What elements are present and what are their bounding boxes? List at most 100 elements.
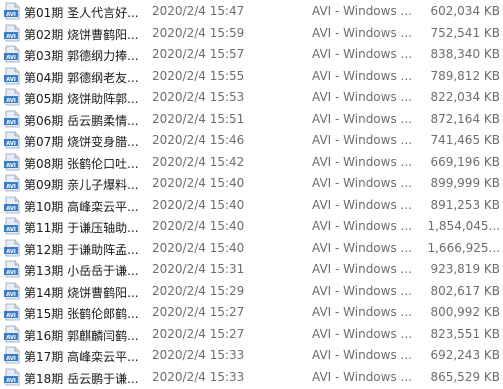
file-row[interactable]: AVI 第06期 岳云鹏柔情... 2020/2/4 15:51 AVI - W… [0,109,503,131]
file-size: 1,666,925... [427,240,500,255]
file-row[interactable]: AVI 第14期 烧饼曹鹤阳... 2020/2/4 15:29 AVI - W… [0,281,503,303]
file-date-modified: 2020/2/4 15:47 [152,4,245,18]
file-row[interactable]: AVI 第03期 郭德纲力捧... 2020/2/4 15:57 AVI - W… [0,44,503,66]
svg-text:AVI: AVI [6,313,16,319]
file-size: 800,992 KB [430,305,500,319]
svg-text:AVI: AVI [6,33,16,39]
file-name: 第06期 岳云鹏柔情... [24,113,139,128]
file-row[interactable]: AVI 第18期 岳云鹏于谦... 2020/2/4 15:33 AVI - W… [0,367,503,389]
file-date-modified: 2020/2/4 15:40 [152,240,245,255]
file-type: AVI - Windows ... [312,25,412,40]
file-type: AVI - Windows ... [312,111,412,126]
avi-file-icon: AVI [3,346,21,364]
file-date-modified: 2020/2/4 15:40 [152,219,245,233]
avi-file-icon: AVI [3,2,21,20]
file-row[interactable]: AVI 第16期 郭麒麟闫鹤... 2020/2/4 15:27 AVI - W… [0,324,503,346]
file-date-modified: 2020/2/4 15:55 [152,68,245,83]
file-type: AVI - Windows ... [312,176,412,190]
file-row[interactable]: AVI 第05期 烧饼助阵郭... 2020/2/4 15:53 AVI - W… [0,87,503,109]
avi-file-icon: AVI [3,260,21,278]
file-name: 第16期 郭麒麟闫鹤... [24,328,139,343]
file-type: AVI - Windows ... [312,283,412,298]
avi-file-icon: AVI [3,24,21,42]
svg-text:AVI: AVI [6,248,16,254]
file-type: AVI - Windows ... [312,262,412,276]
file-name: 第09期 亲儿子爆料... [24,178,139,192]
file-size: 923,819 KB [430,262,500,276]
file-row[interactable]: AVI 第01期 圣人代言好... 2020/2/4 15:47 AVI - W… [0,1,503,23]
file-name: 第17期 高峰栾云平... [24,350,139,364]
file-type: AVI - Windows ... [312,154,412,169]
file-name: 第02期 烧饼曹鹤阳... [24,27,139,42]
svg-text:AVI: AVI [6,141,16,147]
avi-file-icon: AVI [3,110,21,128]
file-row[interactable]: AVI 第11期 于谦压轴助... 2020/2/4 15:40 AVI - W… [0,216,503,238]
svg-text:AVI: AVI [6,162,16,168]
file-type: AVI - Windows ... [312,305,412,319]
file-name: 第10期 高峰栾云平... [24,199,139,214]
file-row[interactable]: AVI 第15期 张鹤伦郎鹤... 2020/2/4 15:27 AVI - W… [0,302,503,324]
file-size: 752,541 KB [430,25,500,40]
file-row[interactable]: AVI 第12期 于谦助阵孟... 2020/2/4 15:40 AVI - W… [0,238,503,260]
file-type: AVI - Windows ... [312,133,412,147]
file-row[interactable]: AVI 第10期 高峰栾云平... 2020/2/4 15:40 AVI - W… [0,195,503,217]
file-name: 第07期 烧饼变身腊... [24,135,139,149]
file-size: 741,465 KB [430,133,500,147]
file-row[interactable]: AVI 第07期 烧饼变身腊... 2020/2/4 15:46 AVI - W… [0,130,503,152]
file-date-modified: 2020/2/4 15:51 [152,111,245,126]
avi-file-icon: AVI [3,325,21,343]
file-date-modified: 2020/2/4 15:33 [152,369,245,384]
file-size: 692,243 KB [430,348,500,362]
file-name: 第04期 郭德纲老友... [24,70,139,85]
file-type: AVI - Windows ... [312,219,412,233]
avi-file-icon: AVI [3,196,21,214]
file-date-modified: 2020/2/4 15:29 [152,283,245,298]
avi-file-icon: AVI [3,88,21,106]
file-row[interactable]: AVI 第17期 高峰栾云平... 2020/2/4 15:33 AVI - W… [0,345,503,367]
svg-text:AVI: AVI [6,12,16,18]
avi-file-icon: AVI [3,239,21,257]
avi-file-icon: AVI [3,67,21,85]
file-name: 第01期 圣人代言好... [24,6,139,20]
file-type: AVI - Windows ... [312,348,412,362]
file-row[interactable]: AVI 第04期 郭德纲老友... 2020/2/4 15:55 AVI - W… [0,66,503,88]
file-type: AVI - Windows ... [312,68,412,83]
file-size: 899,999 KB [430,176,500,190]
file-name: 第14期 烧饼曹鹤阳... [24,285,139,300]
file-date-modified: 2020/2/4 15:46 [152,133,245,147]
file-date-modified: 2020/2/4 15:59 [152,25,245,40]
file-size: 865,529 KB [430,369,500,384]
svg-text:AVI: AVI [6,334,16,340]
svg-text:AVI: AVI [6,76,16,82]
file-name: 第12期 于谦助阵孟... [24,242,139,257]
file-name: 第18期 岳云鹏于谦... [24,371,139,386]
avi-file-icon: AVI [3,368,21,386]
file-type: AVI - Windows ... [312,240,412,255]
file-size: 669,196 KB [430,154,500,169]
file-size: 822,034 KB [430,90,500,104]
file-row[interactable]: AVI 第08期 张鹤伦口吐... 2020/2/4 15:42 AVI - W… [0,152,503,174]
file-row[interactable]: AVI 第02期 烧饼曹鹤阳... 2020/2/4 15:59 AVI - W… [0,23,503,45]
svg-text:AVI: AVI [6,356,16,362]
svg-text:AVI: AVI [6,184,16,190]
file-size: 802,617 KB [430,283,500,298]
svg-text:AVI: AVI [6,227,16,233]
file-date-modified: 2020/2/4 15:27 [152,326,245,341]
file-row[interactable]: AVI 第09期 亲儿子爆料... 2020/2/4 15:40 AVI - W… [0,173,503,195]
file-date-modified: 2020/2/4 15:40 [152,197,245,212]
file-list: AVI 第01期 圣人代言好... 2020/2/4 15:47 AVI - W… [0,0,503,388]
avi-file-icon: AVI [3,174,21,192]
file-size: 891,253 KB [430,197,500,212]
file-size: 823,551 KB [430,326,500,341]
file-row[interactable]: AVI 第13期 小岳岳于谦... 2020/2/4 15:31 AVI - W… [0,259,503,281]
file-name: 第03期 郭德纲力捧... [24,49,139,63]
file-date-modified: 2020/2/4 15:53 [152,90,245,104]
file-name: 第11期 于谦压轴助... [24,221,139,235]
file-type: AVI - Windows ... [312,197,412,212]
file-date-modified: 2020/2/4 15:33 [152,348,245,362]
file-size: 1,854,045... [427,219,500,233]
svg-text:AVI: AVI [6,377,16,383]
file-type: AVI - Windows ... [312,369,412,384]
avi-file-icon: AVI [3,131,21,149]
svg-text:AVI: AVI [6,119,16,125]
